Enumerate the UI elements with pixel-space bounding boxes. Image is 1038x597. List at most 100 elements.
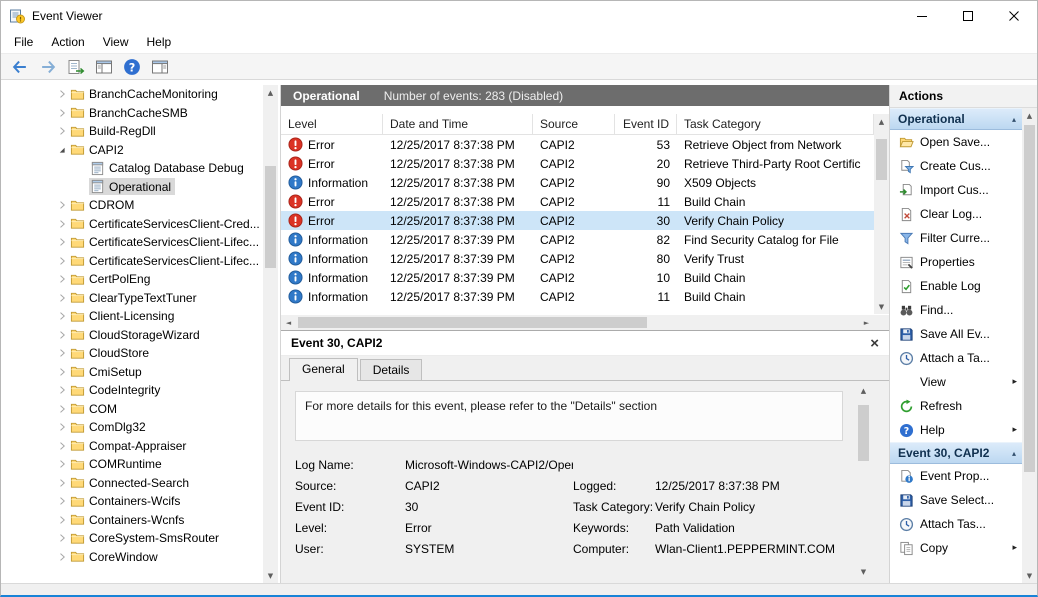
tree-item-catalog-database-debug[interactable]: Catalog Database Debug: [1, 159, 261, 178]
scroll-down-icon[interactable]: ▼: [263, 568, 278, 583]
chevron-right-icon[interactable]: [55, 494, 69, 508]
tree-item-build-regdll[interactable]: Build-RegDll: [1, 122, 261, 141]
chevron-right-icon[interactable]: [55, 383, 69, 397]
tree-item-comdlg32[interactable]: ComDlg32: [1, 418, 261, 437]
event-row-90[interactable]: Information12/25/2017 8:37:38 PMCAPI290X…: [281, 173, 874, 192]
scroll-right-icon[interactable]: ►: [859, 315, 874, 330]
tree-item-branchcachesmb[interactable]: BranchCacheSMB: [1, 104, 261, 123]
scroll-track[interactable]: [1022, 123, 1037, 568]
scroll-down-icon[interactable]: ▼: [1022, 568, 1037, 583]
preview-scrollbar[interactable]: ▲ ▼: [856, 383, 871, 579]
tree-scrollbar[interactable]: ▲ ▼: [263, 85, 278, 583]
menu-help[interactable]: Help: [138, 32, 181, 52]
close-button[interactable]: [991, 1, 1037, 31]
event-row-10[interactable]: Information12/25/2017 8:37:39 PMCAPI210B…: [281, 268, 874, 287]
tree-item-com[interactable]: COM: [1, 400, 261, 419]
scroll-thumb[interactable]: [858, 405, 869, 461]
tree-item-connected-search[interactable]: Connected-Search: [1, 474, 261, 493]
tree-item-certificateservicesclient-lifec[interactable]: CertificateServicesClient-Lifec...: [1, 252, 261, 271]
action-find[interactable]: Find...: [890, 298, 1022, 322]
scroll-up-icon[interactable]: ▲: [874, 114, 889, 129]
event-row-30[interactable]: Error12/25/2017 8:37:38 PMCAPI230Verify …: [281, 211, 874, 230]
tree-item-certpoleng[interactable]: CertPolEng: [1, 270, 261, 289]
scroll-thumb[interactable]: [1024, 125, 1035, 472]
collapse-icon[interactable]: ▴: [1012, 115, 1016, 124]
scroll-down-icon[interactable]: ▼: [856, 564, 871, 579]
tree-item-comruntime[interactable]: COMRuntime: [1, 455, 261, 474]
collapse-icon[interactable]: ▴: [1012, 449, 1016, 458]
chevron-right-icon[interactable]: [55, 328, 69, 342]
minimize-button[interactable]: [899, 1, 945, 31]
scroll-up-icon[interactable]: ▲: [263, 85, 278, 100]
action-view[interactable]: View▸: [890, 370, 1022, 394]
chevron-right-icon[interactable]: [55, 457, 69, 471]
chevron-right-icon[interactable]: [55, 531, 69, 545]
tab-general[interactable]: General: [289, 358, 358, 381]
chevron-right-icon[interactable]: [55, 217, 69, 231]
column-header-date-and-time[interactable]: Date and Time: [383, 114, 533, 134]
tree-item-compat-appraiser[interactable]: Compat-Appraiser: [1, 437, 261, 456]
chevron-right-icon[interactable]: [55, 420, 69, 434]
event-list-hscrollbar[interactable]: ◄ ►: [281, 315, 874, 330]
action-filter-curre[interactable]: Filter Curre...: [890, 226, 1022, 250]
actions-section-event-30-capi2[interactable]: Event 30, CAPI2▴: [890, 442, 1022, 464]
action-create-cus[interactable]: Create Cus...: [890, 154, 1022, 178]
tree-item-cloudstore[interactable]: CloudStore: [1, 344, 261, 363]
toolbar-export-list-button[interactable]: [63, 55, 88, 78]
chevron-right-icon[interactable]: [55, 346, 69, 360]
action-help[interactable]: ?Help▸: [890, 418, 1022, 442]
tree-item-capi2[interactable]: CAPI2: [1, 141, 261, 160]
scroll-up-icon[interactable]: ▲: [856, 383, 871, 398]
tree-item-containers-wcifs[interactable]: Containers-Wcifs: [1, 492, 261, 511]
scroll-thumb[interactable]: [265, 166, 276, 269]
action-event-prop[interactable]: Event Prop...: [890, 464, 1022, 488]
action-attach-a-ta[interactable]: Attach a Ta...: [890, 346, 1022, 370]
action-copy[interactable]: Copy▸: [890, 536, 1022, 560]
scroll-track[interactable]: [874, 129, 889, 299]
menu-file[interactable]: File: [5, 32, 42, 52]
column-header-source[interactable]: Source: [533, 114, 615, 134]
tree-item-branchcachemonitoring[interactable]: BranchCacheMonitoring: [1, 85, 261, 104]
chevron-right-icon[interactable]: [55, 402, 69, 416]
tree-item-certificateservicesclient-lifec[interactable]: CertificateServicesClient-Lifec...: [1, 233, 261, 252]
chevron-down-icon[interactable]: [55, 143, 69, 157]
scroll-left-icon[interactable]: ◄: [281, 315, 296, 330]
actions-scrollbar[interactable]: ▲ ▼: [1022, 108, 1037, 583]
event-list-vscrollbar[interactable]: ▲ ▼: [874, 114, 889, 314]
scroll-track[interactable]: [263, 100, 278, 568]
toolbar-forward-button[interactable]: [35, 55, 60, 78]
tree-item-cmisetup[interactable]: CmiSetup: [1, 363, 261, 382]
event-row-11[interactable]: Information12/25/2017 8:37:39 PMCAPI211B…: [281, 287, 874, 306]
event-row-11[interactable]: Error12/25/2017 8:37:38 PMCAPI211Build C…: [281, 192, 874, 211]
event-row-20[interactable]: Error12/25/2017 8:37:38 PMCAPI220Retriev…: [281, 154, 874, 173]
event-row-80[interactable]: Information12/25/2017 8:37:39 PMCAPI280V…: [281, 249, 874, 268]
tree-item-cloudstoragewizard[interactable]: CloudStorageWizard: [1, 326, 261, 345]
chevron-right-icon[interactable]: [55, 309, 69, 323]
event-row-82[interactable]: Information12/25/2017 8:37:39 PMCAPI282F…: [281, 230, 874, 249]
action-save-all-ev[interactable]: Save All Ev...: [890, 322, 1022, 346]
column-header-task-category[interactable]: Task Category: [677, 114, 874, 134]
scroll-track[interactable]: [296, 315, 859, 330]
tree-item-corewindow[interactable]: CoreWindow: [1, 548, 261, 567]
chevron-right-icon[interactable]: [55, 87, 69, 101]
action-properties[interactable]: Properties: [890, 250, 1022, 274]
event-row-53[interactable]: Error12/25/2017 8:37:38 PMCAPI253Retriev…: [281, 135, 874, 154]
toolbar-console-tree-button[interactable]: [91, 55, 116, 78]
tree-item-certificateservicesclient-cred[interactable]: CertificateServicesClient-Cred...: [1, 215, 261, 234]
tree-item-client-licensing[interactable]: Client-Licensing: [1, 307, 261, 326]
action-save-select[interactable]: Save Select...: [890, 488, 1022, 512]
chevron-right-icon[interactable]: [55, 124, 69, 138]
preview-close-icon[interactable]: ×: [870, 336, 879, 351]
chevron-right-icon[interactable]: [55, 365, 69, 379]
tree-item-operational[interactable]: Operational: [1, 178, 261, 197]
chevron-right-icon[interactable]: [55, 439, 69, 453]
scroll-thumb[interactable]: [876, 139, 887, 180]
tab-details[interactable]: Details: [360, 359, 423, 380]
action-open-save[interactable]: Open Save...: [890, 130, 1022, 154]
action-enable-log[interactable]: Enable Log: [890, 274, 1022, 298]
action-import-cus[interactable]: Import Cus...: [890, 178, 1022, 202]
chevron-right-icon[interactable]: [55, 235, 69, 249]
tree-item-coresystem-smsrouter[interactable]: CoreSystem-SmsRouter: [1, 529, 261, 548]
chevron-right-icon[interactable]: [55, 198, 69, 212]
actions-section-operational[interactable]: Operational▴: [890, 108, 1022, 130]
